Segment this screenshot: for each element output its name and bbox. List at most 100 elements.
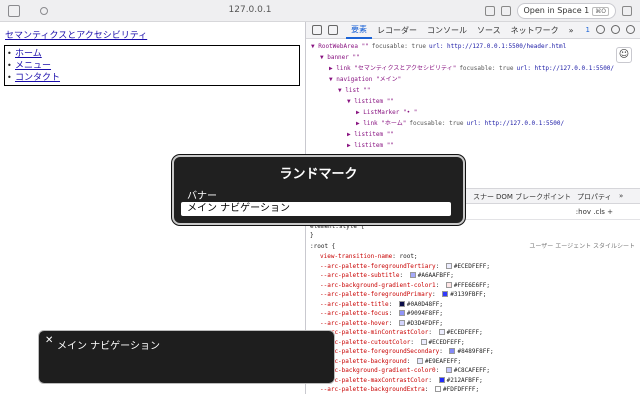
caption-text: メイン ナビゲーション	[57, 341, 160, 352]
css-property[interactable]: --arc-background-gradient-color1: #FFE6E…	[320, 281, 490, 291]
landmark-item-selected[interactable]: メイン ナビゲーション	[181, 202, 451, 216]
close-icon[interactable]: ✕	[45, 335, 53, 346]
color-swatch[interactable]	[442, 291, 449, 297]
color-swatch[interactable]	[416, 357, 423, 364]
nav-link[interactable]: メニュー	[15, 61, 51, 71]
css-property-value: #212AFBFF;	[446, 376, 483, 384]
url-bar[interactable]: 127.0.0.1	[0, 5, 500, 15]
landmark-item-banner[interactable]: バナー	[187, 187, 217, 202]
tree-node[interactable]: ▶ link "ホーム" focusable: true url: http://1…	[356, 119, 564, 129]
colon: :	[435, 262, 443, 270]
nav-link[interactable]: コンタクト	[15, 73, 60, 83]
css-property[interactable]: --arc-palette-maxContrastColor: #212AFBF…	[320, 376, 483, 386]
css-property[interactable]: --arc-palette-focus: #9094F8FF;	[320, 309, 443, 319]
colon: :	[431, 291, 440, 298]
css-property[interactable]: --arc-palette-hover: #D3D4FDFF;	[320, 319, 443, 329]
css-property-value: #ECEDFEFF;	[428, 338, 465, 346]
tree-node[interactable]: ▼ navigation "メイン"	[329, 75, 401, 85]
devtools-tab[interactable]: コンソール	[422, 25, 472, 36]
css-property[interactable]: --arc-palette-backgroundExtra: #FDFDFFFF…	[320, 385, 479, 394]
tree-node[interactable]: ▶ listitem ""	[347, 130, 394, 140]
tree-node[interactable]: ▶ ListMarker "• "	[356, 108, 417, 118]
tree-node[interactable]: ▶ link "セマンティクスとアクセシビリティ" focusable: true…	[329, 64, 614, 74]
filter-options[interactable]: :hov .cls +	[576, 208, 613, 216]
colon: :	[388, 319, 396, 327]
extension-icon[interactable]	[484, 6, 495, 16]
browser-toolbar: 127.0.0.1 Open in Space 1 ⌘O	[0, 0, 640, 22]
css-property-name: --arc-background-gradient-color0	[320, 367, 436, 374]
settings-icon[interactable]	[596, 25, 605, 34]
color-swatch[interactable]	[445, 262, 452, 269]
color-swatch[interactable]	[445, 367, 452, 373]
color-swatch[interactable]	[398, 310, 405, 316]
color-swatch[interactable]	[420, 338, 427, 345]
tree-node-focusable: focusable: true	[371, 43, 426, 50]
css-property-value: #D3D4FDFF;	[406, 319, 443, 327]
color-swatch[interactable]	[398, 300, 405, 307]
device-toolbar-icon[interactable]	[328, 25, 338, 35]
inspect-icon[interactable]	[312, 25, 322, 35]
css-property-name: --arc-palette-minContrastColor	[320, 329, 429, 336]
more-icon[interactable]	[622, 6, 632, 16]
color-swatch[interactable]	[449, 348, 456, 354]
color-swatch[interactable]	[435, 386, 441, 392]
css-property[interactable]: view-transition-name: root;	[320, 252, 418, 262]
tree-node[interactable]: ▶ listitem ""	[347, 141, 394, 151]
landmarks-dialog: ランドマーク バナー メイン ナビゲーション	[172, 155, 465, 225]
styles-pane: element.style {}:root {ユーザー エージェント スタイルシ…	[306, 221, 640, 394]
colon: :	[428, 376, 436, 384]
css-property-name: --arc-palette-focus	[320, 310, 389, 317]
colon: :	[388, 310, 396, 317]
css-property[interactable]: --arc-palette-foregroundTertiary: #ECEDF…	[320, 262, 490, 272]
accessibility-icon[interactable]: ☺	[616, 47, 632, 63]
tree-node[interactable]: ▼ listitem ""	[347, 97, 394, 107]
colon: :	[435, 281, 443, 289]
tree-node-focusable: focusable: true	[459, 65, 514, 72]
tree-node-label: ▶ link "セマンティクスとアクセシビリティ"	[329, 65, 457, 72]
css-property[interactable]: --arc-palette-background: #E9EAFEFF;	[320, 357, 461, 367]
css-property[interactable]: --arc-palette-foregroundSecondary: #8489…	[320, 347, 494, 357]
color-swatch[interactable]	[445, 281, 452, 288]
styles-subtab[interactable]: プロパティ	[577, 192, 612, 202]
devtools-tab[interactable]: ソース	[472, 25, 506, 36]
tree-node-url: url: http://127.0.0.1:5500/header.html	[428, 43, 567, 50]
styles-subtab[interactable]: DOM ブレークポイント	[496, 192, 571, 202]
menu-icon[interactable]	[611, 25, 620, 34]
css-property-value: #3139FBFF;	[450, 291, 487, 298]
tree-node-label: ▼ banner ""	[320, 54, 360, 61]
css-property[interactable]: --arc-palette-foregroundPrimary: #3139FB…	[320, 290, 486, 300]
tree-node[interactable]: ▼ RootWebArea "" focusable: true url: http…	[311, 42, 566, 52]
link-icon[interactable]	[500, 6, 511, 16]
site-title-link[interactable]: セマンティクスとアクセシビリティ	[5, 28, 147, 41]
styles-subtab[interactable]: »	[619, 192, 623, 200]
css-property[interactable]: --arc-palette-subtitle: #A6AAFBFF;	[320, 271, 454, 281]
issues-badge[interactable]: 1	[586, 26, 590, 34]
devtools-tab[interactable]: ネットワーク	[506, 25, 564, 36]
css-property[interactable]: --arc-palette-cutoutColor: #ECEDFEFF;	[320, 338, 465, 348]
css-property-name: --arc-palette-foregroundPrimary	[320, 291, 432, 298]
color-swatch[interactable]	[398, 319, 405, 326]
colon: :	[428, 329, 436, 336]
css-property[interactable]: --arc-background-gradient-color0: #C8CAF…	[320, 366, 490, 376]
css-property-value: #A6AAFBFF;	[417, 272, 454, 279]
color-swatch[interactable]	[409, 272, 416, 278]
nav-link[interactable]: ホーム	[15, 49, 42, 59]
tree-node[interactable]: ▼ banner ""	[320, 53, 360, 63]
devtools-tab[interactable]: 要素	[346, 22, 372, 39]
color-swatch[interactable]	[438, 329, 445, 335]
close-icon[interactable]	[626, 25, 635, 34]
more-tabs-button[interactable]: »	[564, 26, 579, 35]
color-swatch[interactable]	[438, 376, 445, 383]
voiceover-caption: ✕ メイン ナビゲーション	[38, 330, 335, 384]
open-in-space-button[interactable]: Open in Space 1 ⌘O	[516, 3, 616, 19]
css-property-name: view-transition-name	[320, 253, 393, 260]
styles-subtab[interactable]: スナー	[473, 192, 494, 202]
tree-node-url: url: http://127.0.0.1:5500/	[466, 120, 565, 127]
tree-node[interactable]: ▼ list ""	[338, 86, 371, 96]
devtools-tab[interactable]: レコーダー	[372, 25, 422, 36]
css-property[interactable]: --arc-palette-title: #0A0D48FF;	[320, 300, 443, 310]
css-property[interactable]: --arc-palette-minContrastColor: #ECEDFEF…	[320, 328, 483, 338]
colon: :	[406, 357, 414, 365]
tree-node-url: url: http://127.0.0.1:5500/	[516, 65, 615, 72]
root-selector: :root {	[310, 243, 336, 250]
